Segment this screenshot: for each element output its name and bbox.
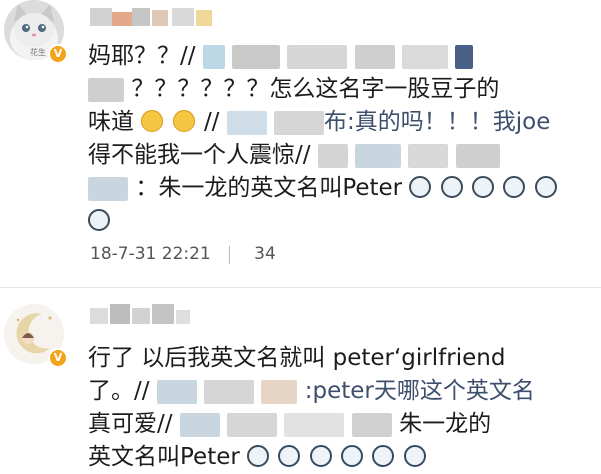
crying-face-emoji-icon [503,176,526,198]
laughing-emoji-icon [172,110,195,132]
username-pixelated[interactable] [90,6,240,28]
comment-line: 妈耶？？// [88,40,581,73]
comment-body: 妈耶？？// ？？？？？？怎么这名字一股豆子的 味道 // 布:真的吗！！！我j… [88,40,581,238]
comment-body: 行了 以后我英文名就叫 peter‘girlfriend 了。// :peter… [88,342,581,474]
comment-1: 花生 V 妈耶？？// ？？？？？？怎么这名字一股豆子的 味道 // 布:真的吗… [0,0,601,286]
timestamp: 18-7-31 22:21 [90,244,211,264]
comment-divider [0,287,601,288]
comment-2: V 行了 以后我英文名就叫 peter‘girlfriend 了。// :pet… [0,290,601,474]
comment-line: 了。// :peter天哪这个英文名 [88,378,535,404]
comment-line: 英文名叫Peter [88,441,581,474]
comment-line: 得不能我一个人震惊// [88,139,581,172]
crying-face-emoji-icon [309,445,332,467]
crying-face-emoji-icon [472,176,495,198]
comment-line: 行了 以后我英文名就叫 peter‘girlfriend [88,345,506,371]
laughing-emoji-icon [141,110,164,132]
crying-face-emoji-icon [409,176,432,198]
verified-badge-icon: V [48,44,68,64]
comment-line: ：朱一龙的英文名叫Peter [88,172,581,205]
crying-face-emoji-icon [403,445,426,467]
comment-line: 真可爱// 朱一龙的 [88,411,492,437]
like-count[interactable]: 34 [254,244,276,264]
crying-face-emoji-icon [440,176,463,198]
svg-text:花生: 花生 [30,47,46,57]
crying-face-emoji-icon [88,209,110,231]
crying-face-emoji-icon [372,445,395,467]
divider [229,246,230,264]
comment-meta: 18-7-31 22:21 34 [90,244,276,264]
comment-line: ？？？？？？怎么这名字一股豆子的 [88,73,581,106]
crying-face-emoji-icon [278,445,301,467]
crying-face-emoji-icon [341,445,364,467]
comment-line [88,205,581,238]
crying-face-emoji-icon [534,176,557,198]
username-pixelated[interactable] [90,304,200,326]
comment-line: 布:真的吗！！！我joe [324,109,551,135]
crying-face-emoji-icon [247,445,270,467]
verified-badge-icon: V [48,348,68,368]
